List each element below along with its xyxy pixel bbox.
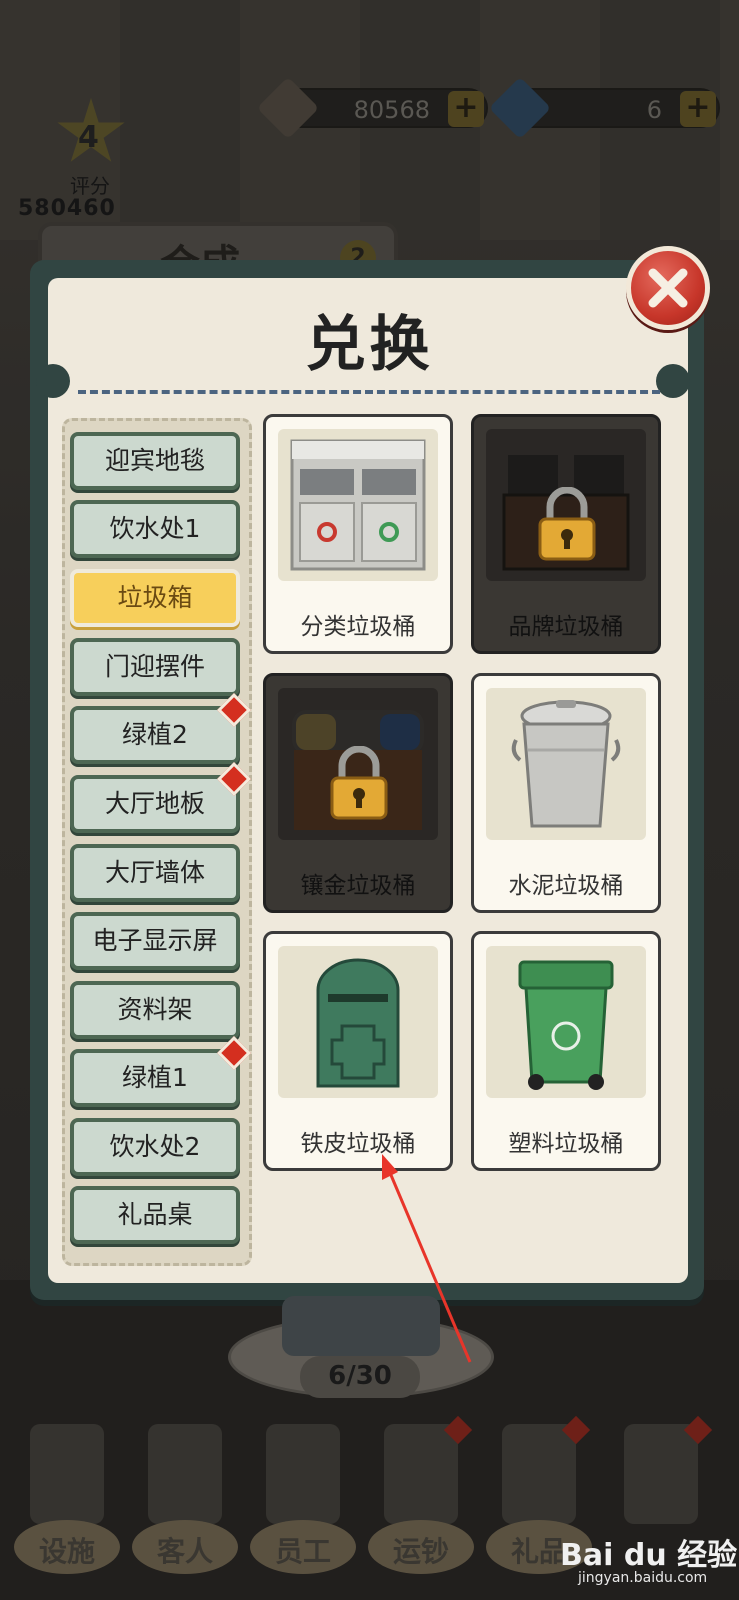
category-tab-trash-bin[interactable]: 垃圾箱: [70, 569, 240, 627]
item-label: 铁皮垃圾桶: [300, 1131, 416, 1157]
item-card-iron-bin[interactable]: 铁皮垃圾桶: [263, 931, 453, 1171]
progress-counter: 6/30: [300, 1356, 420, 1398]
guests-icon: [148, 1424, 222, 1524]
nav-label: 设施: [38, 1535, 95, 1568]
item-card-sorted-bin[interactable]: 分类垃圾桶: [263, 414, 453, 654]
category-label: 礼品桌: [117, 1200, 193, 1229]
nav-label: 员工: [274, 1535, 331, 1568]
item-label: 塑料垃圾桶: [508, 1131, 624, 1157]
nav-label: 运钞: [392, 1535, 449, 1568]
category-tab-plant-2[interactable]: 绿植2: [70, 693, 251, 764]
iron-bin-image: [278, 946, 438, 1098]
card-icon: [624, 1424, 698, 1524]
category-tab-gift-table[interactable]: 礼品桌: [70, 1186, 240, 1244]
sorted-bin-image: [278, 429, 438, 581]
category-label: 门迎摆件: [104, 652, 205, 681]
category-tab-door-decor[interactable]: 门迎摆件: [70, 638, 240, 696]
item-card-cement-bin[interactable]: 水泥垃圾桶: [471, 673, 661, 913]
category-label: 大厅地板: [104, 789, 205, 818]
category-tab-water-station-2[interactable]: 饮水处2: [70, 1118, 240, 1176]
item-label: 水泥垃圾桶: [508, 873, 624, 899]
category-label: 资料架: [117, 995, 193, 1024]
item-card-plastic-bin[interactable]: 塑料垃圾桶: [471, 931, 661, 1171]
nav-staff[interactable]: 员工: [248, 1410, 358, 1600]
category-label: 饮水处1: [109, 514, 201, 543]
title-divider: [78, 390, 660, 394]
lock-icon: [330, 746, 388, 820]
cement-bin-image: [486, 688, 646, 840]
cash-truck-icon: [384, 1424, 458, 1524]
category-tab-brochure-rack[interactable]: 资料架: [70, 981, 240, 1039]
category-label: 垃圾箱: [117, 583, 193, 612]
plastic-bin-image: [486, 946, 646, 1098]
watermark-logo: Bai du 经验: [560, 1538, 738, 1573]
category-tab-lobby-floor[interactable]: 大厅地板: [70, 762, 251, 833]
lock-icon: [538, 487, 596, 561]
category-tab-plant-1[interactable]: 绿植1: [70, 1036, 251, 1107]
facilities-icon: [30, 1424, 104, 1524]
panel-title: 兑换: [305, 310, 434, 380]
close-x-icon: [648, 268, 688, 308]
category-tab-welcome-carpet[interactable]: 迎宾地毯: [70, 432, 240, 490]
watermark-url: jingyan.baidu.com: [578, 1570, 708, 1586]
staff-icon: [266, 1424, 340, 1524]
category-label: 迎宾地毯: [104, 446, 205, 475]
category-tab-water-station-1[interactable]: 饮水处1: [70, 500, 240, 558]
item-card-brand-bin[interactable]: 品牌垃圾桶: [471, 414, 661, 654]
category-label: 大厅墙体: [104, 858, 205, 887]
nav-guests[interactable]: 客人: [130, 1410, 240, 1600]
item-label: 分类垃圾桶: [300, 614, 416, 640]
category-label: 电子显示屏: [92, 926, 218, 955]
gift-bag-icon: [502, 1424, 576, 1524]
nav-cash-transport[interactable]: 运钞: [366, 1410, 476, 1600]
item-label: 品牌垃圾桶: [508, 614, 624, 640]
nav-facilities[interactable]: 设施: [12, 1410, 122, 1600]
nav-label: 客人: [156, 1535, 213, 1568]
item-card-gold-bin[interactable]: 镶金垃圾桶: [263, 673, 453, 913]
close-button[interactable]: [626, 246, 710, 330]
pedestal-item: [282, 1296, 440, 1356]
category-tab-lobby-wall[interactable]: 大厅墙体: [70, 844, 240, 902]
category-label: 绿植2: [122, 720, 188, 749]
category-label: 饮水处2: [109, 1132, 201, 1161]
category-label: 绿植1: [122, 1063, 188, 1092]
category-tab-display-screen[interactable]: 电子显示屏: [70, 912, 240, 970]
item-label: 镶金垃圾桶: [300, 873, 416, 899]
